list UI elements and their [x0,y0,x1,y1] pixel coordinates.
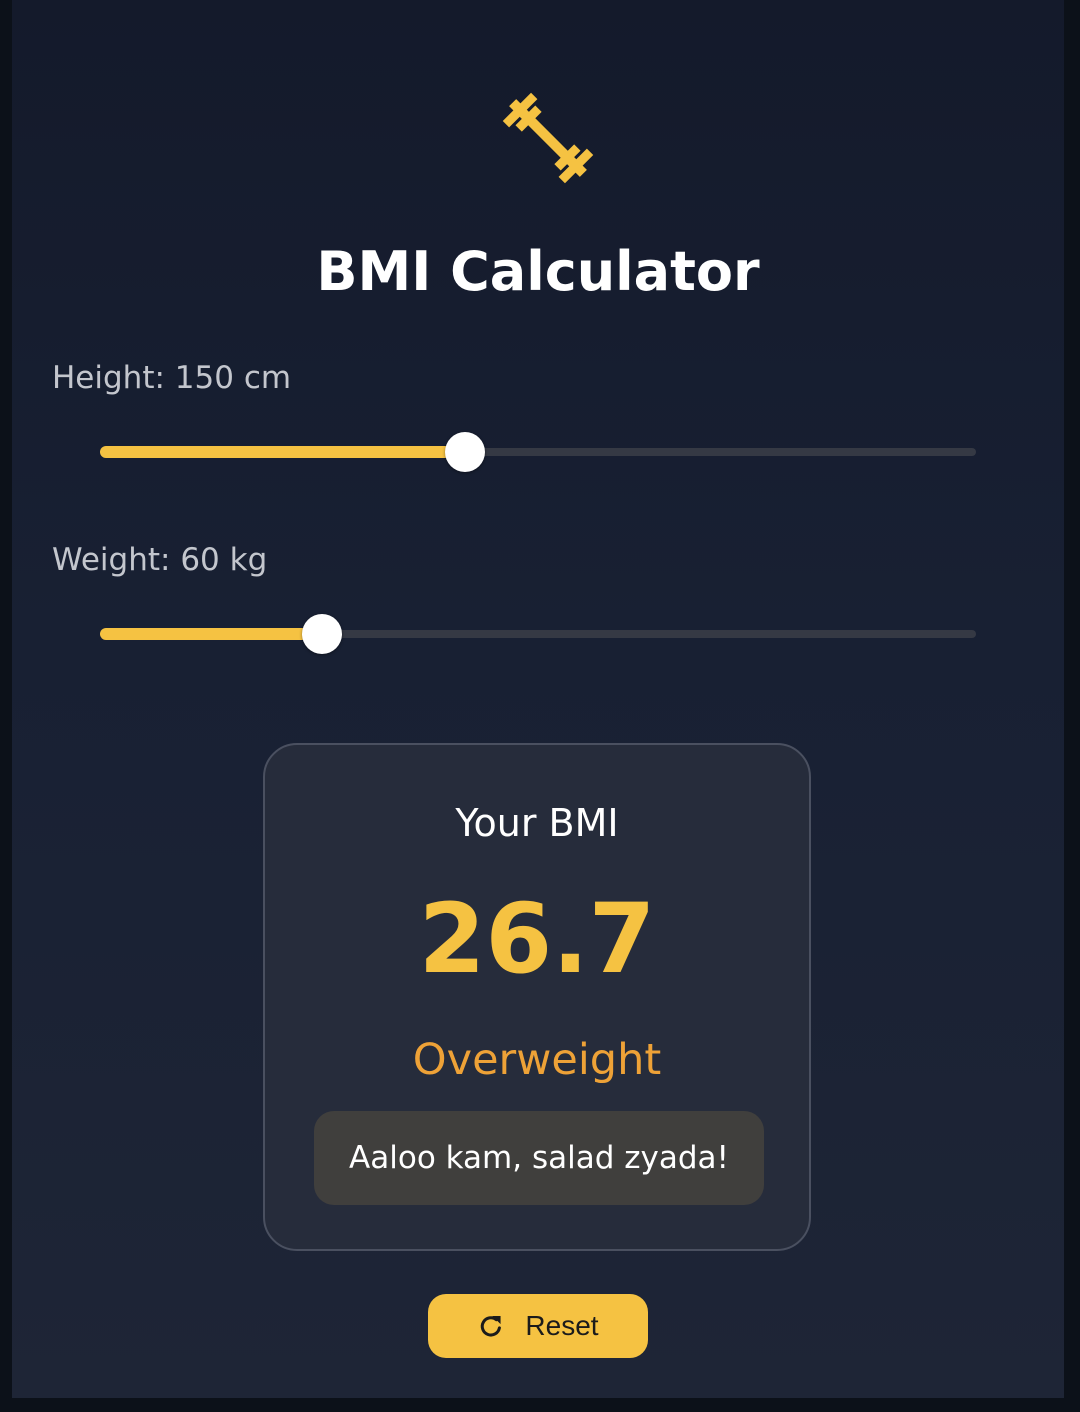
height-label: Height: 150 cm [52,360,291,396]
bmi-calculator-app: BMI Calculator Height: 150 cm Weight: 60… [12,0,1064,1398]
refresh-icon [481,1315,502,1337]
page-title: BMI Calculator [316,240,760,303]
weight-unit: kg [229,542,268,578]
height-slider-thumb[interactable] [445,432,486,472]
bmi-value: 26.7 [418,883,656,995]
bmi-category: Overweight [412,1035,662,1085]
weight-label-text: Weight: [52,542,171,578]
reset-label: Reset [525,1310,599,1341]
weight-label: Weight: 60 kg [52,542,267,578]
weight-slider-fill [100,628,322,640]
height-label-text: Height: [52,360,165,396]
height-slider[interactable] [100,430,976,474]
height-slider-fill [100,446,466,458]
weight-slider[interactable] [100,612,976,656]
reset-button[interactable]: Reset [428,1294,648,1358]
height-value: 150 [174,360,234,396]
weight-slider-thumb[interactable] [301,614,342,654]
advice-message: Aaloo kam, salad zyada! [314,1111,764,1205]
height-unit: cm [243,360,292,396]
weight-value: 60 [180,542,220,578]
bmi-result-card: Your BMI 26.7 Overweight Aaloo kam, sala… [263,743,811,1251]
advice-text: Aaloo kam, salad zyada! [349,1140,729,1176]
result-label: Your BMI [455,801,619,845]
dumbbell-icon [502,92,594,184]
